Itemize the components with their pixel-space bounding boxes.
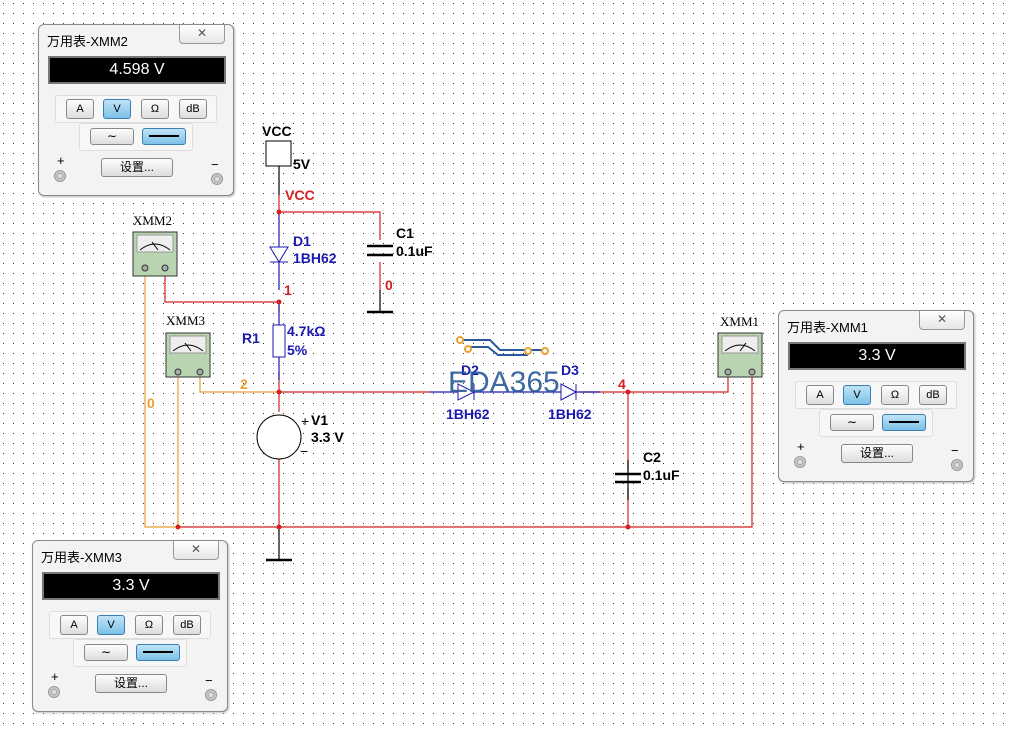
- mode-ammeter-button[interactable]: A: [66, 99, 94, 119]
- net-0-label: 0: [147, 395, 155, 411]
- minus-jack[interactable]: [205, 689, 217, 701]
- mode-db-button[interactable]: dB: [919, 385, 947, 405]
- plus-label: +: [57, 153, 65, 168]
- settings-button[interactable]: 设置...: [101, 158, 173, 177]
- meter-symbol-xmm3[interactable]: [165, 332, 211, 378]
- dc-button[interactable]: [142, 128, 186, 145]
- d1-ref: D1: [293, 233, 311, 249]
- net-1-label: 1: [284, 282, 292, 298]
- v1-ref: V1: [311, 412, 328, 428]
- multimeter-panel-xmm3[interactable]: 万用表-XMM3 ✕ 3.3 V A V Ω dB ∼ + 设置... −: [32, 540, 228, 712]
- mode-db-button[interactable]: dB: [173, 615, 201, 635]
- settings-button[interactable]: 设置...: [841, 444, 913, 463]
- d1-model: 1BH62: [293, 250, 337, 266]
- multimeter-panel-xmm1[interactable]: 万用表-XMM1 ✕ 3.3 V A V Ω dB ∼ + 设置... −: [778, 310, 974, 482]
- v1-minus: −: [300, 443, 308, 459]
- mode-ohmmeter-button[interactable]: Ω: [135, 615, 163, 635]
- panel-title: 万用表-XMM2: [47, 34, 128, 49]
- xmm2-label: XMM2: [133, 213, 172, 228]
- meter-symbol-xmm2[interactable]: [132, 231, 178, 277]
- r1-ref: R1: [242, 330, 260, 346]
- panel-title: 万用表-XMM3: [41, 550, 122, 565]
- plus-jack[interactable]: [794, 456, 806, 468]
- v1-value: 3.3 V: [311, 429, 344, 445]
- r1-tolerance: 5%: [287, 342, 308, 358]
- net-0-c1-label: 0: [385, 277, 393, 293]
- reading-display: 3.3 V: [788, 342, 966, 370]
- minus-jack[interactable]: [211, 173, 223, 185]
- minus-label: −: [951, 443, 959, 458]
- net-2-label: 2: [240, 376, 248, 392]
- plus-jack[interactable]: [48, 686, 60, 698]
- r1-value: 4.7kΩ: [287, 323, 325, 339]
- c1-ref: C1: [396, 225, 414, 241]
- mode-ammeter-button[interactable]: A: [60, 615, 88, 635]
- plus-label: +: [797, 439, 805, 454]
- resistor-r1[interactable]: [272, 324, 286, 358]
- d2-model: 1BH62: [446, 406, 490, 422]
- ac-wave-button[interactable]: ∼: [84, 644, 128, 661]
- ac-wave-button[interactable]: ∼: [90, 128, 134, 145]
- mode-ohmmeter-button[interactable]: Ω: [881, 385, 909, 405]
- reading-display: 3.3 V: [42, 572, 220, 600]
- close-button[interactable]: ✕: [179, 25, 225, 44]
- mode-ammeter-button[interactable]: A: [806, 385, 834, 405]
- plus-label: +: [51, 669, 59, 684]
- vcc-label: VCC: [262, 123, 292, 139]
- eda365-watermark-text: EDA365: [448, 366, 560, 399]
- plus-jack[interactable]: [54, 170, 66, 182]
- xmm3-label: XMM3: [166, 313, 205, 328]
- ac-wave-button[interactable]: ∼: [830, 414, 874, 431]
- minus-label: −: [211, 157, 219, 172]
- reading-display: 4.598 V: [48, 56, 226, 84]
- c2-value: 0.1uF: [643, 467, 680, 483]
- close-button[interactable]: ✕: [919, 311, 965, 330]
- c1-value: 0.1uF: [396, 243, 433, 259]
- minus-jack[interactable]: [951, 459, 963, 471]
- close-button[interactable]: ✕: [173, 541, 219, 560]
- mode-db-button[interactable]: dB: [179, 99, 207, 119]
- minus-label: −: [205, 673, 213, 688]
- d3-ref: D3: [561, 362, 579, 378]
- net-vcc-label: VCC: [285, 187, 315, 203]
- dc-button[interactable]: [882, 414, 926, 431]
- xmm1-label: XMM1: [720, 314, 759, 329]
- mode-voltmeter-button[interactable]: V: [97, 615, 125, 635]
- vcc-value: 5V: [293, 156, 311, 172]
- dc-button[interactable]: [136, 644, 180, 661]
- meter-symbol-xmm1[interactable]: [717, 332, 763, 378]
- dc-line-icon: [889, 421, 919, 423]
- voltage-source-v1[interactable]: [256, 414, 302, 460]
- mode-voltmeter-button[interactable]: V: [103, 99, 131, 119]
- dc-line-icon: [143, 651, 173, 653]
- c2-ref: C2: [643, 449, 661, 465]
- net-4-label: 4: [618, 376, 626, 392]
- dc-line-icon: [149, 135, 179, 137]
- vcc-source[interactable]: [265, 140, 292, 167]
- v1-plus: +: [301, 413, 309, 429]
- mode-voltmeter-button[interactable]: V: [843, 385, 871, 405]
- mode-ohmmeter-button[interactable]: Ω: [141, 99, 169, 119]
- panel-title: 万用表-XMM1: [787, 320, 868, 335]
- multimeter-panel-xmm2[interactable]: 万用表-XMM2 ✕ 4.598 V A V Ω dB ∼ + 设置... −: [38, 24, 234, 196]
- d3-model: 1BH62: [548, 406, 592, 422]
- settings-button[interactable]: 设置...: [95, 674, 167, 693]
